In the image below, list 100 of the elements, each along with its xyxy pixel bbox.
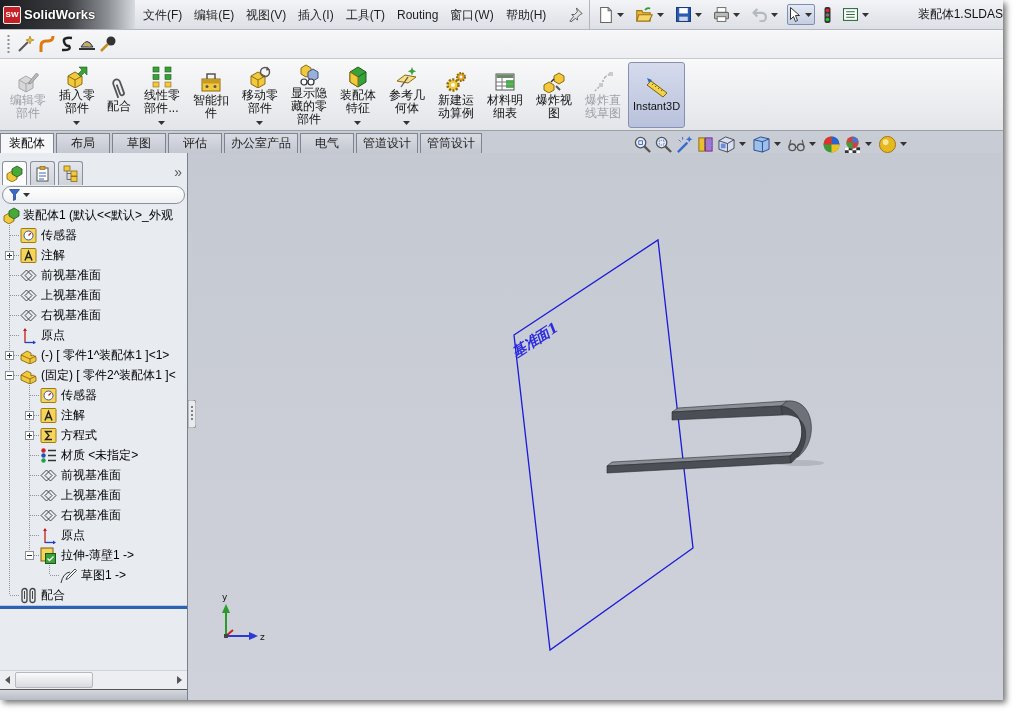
caret-icon[interactable]: [774, 142, 781, 146]
caret-icon: [73, 120, 80, 125]
caret-icon[interactable]: [865, 142, 872, 146]
new-document-icon[interactable]: [599, 6, 614, 23]
scrollbar-thumb[interactable]: [15, 672, 93, 688]
tree-item[interactable]: (固定) [ 零件2^装配体1 ]<: [40, 367, 177, 383]
menu-item[interactable]: 视图(V): [240, 4, 293, 25]
caret-icon[interactable]: [657, 12, 665, 17]
more-tabs-button[interactable]: »: [174, 164, 187, 180]
command-button[interactable]: 装配体特征: [334, 62, 381, 128]
select-tool-button[interactable]: [787, 4, 816, 25]
open-folder-icon[interactable]: [636, 7, 654, 22]
tree-item[interactable]: 原点: [60, 527, 86, 543]
tree-item[interactable]: 前视基准面: [60, 467, 122, 483]
splitter-grip-icon[interactable]: [188, 400, 196, 428]
caret-icon[interactable]: [771, 12, 779, 17]
caret-icon[interactable]: [739, 142, 746, 146]
tree-item[interactable]: 上视基准面: [60, 487, 122, 503]
expand-icon[interactable]: [5, 250, 14, 260]
tree-item[interactable]: (-) [ 零件1^装配体1 ]<1>: [40, 347, 171, 363]
menu-item[interactable]: 帮助(H): [499, 4, 553, 25]
tree-item[interactable]: 传感器: [60, 387, 98, 403]
tree-item[interactable]: 拉伸-薄壁1 ->: [60, 547, 135, 563]
tree-item[interactable]: 注解: [60, 407, 86, 423]
command-button[interactable]: 材料明细表: [481, 62, 528, 128]
traffic-light-icon[interactable]: [824, 6, 832, 23]
collapse-icon[interactable]: [25, 550, 34, 560]
printer-icon[interactable]: [714, 7, 730, 22]
command-button[interactable]: 移动零部件: [236, 62, 283, 128]
ribbon-tab[interactable]: 布局: [56, 133, 110, 153]
command-button[interactable]: Instant3D: [628, 62, 686, 128]
caret-icon[interactable]: [617, 12, 625, 17]
tree-item[interactable]: 配合: [40, 587, 66, 603]
tree-item[interactable]: 前视基准面: [40, 267, 102, 283]
tree-item[interactable]: 右视基准面: [40, 307, 102, 323]
shaded-cube-icon[interactable]: [753, 135, 770, 153]
ribbon-tab[interactable]: 管道设计: [356, 133, 418, 153]
pin-icon[interactable]: [568, 7, 584, 22]
color-sphere-icon[interactable]: [823, 135, 840, 153]
command-button[interactable]: 智能扣件: [187, 62, 234, 128]
tree-item[interactable]: 装配体1 (默认<<默认>_外观: [22, 207, 174, 223]
tree-item[interactable]: 上视基准面: [40, 287, 102, 303]
menu-item[interactable]: Routing: [391, 4, 445, 25]
ribbon-tab[interactable]: 电气: [300, 133, 354, 153]
scroll-right-icon[interactable]: [177, 676, 182, 684]
collapse-icon[interactable]: [5, 370, 14, 380]
command-button[interactable]: 参考几何体: [383, 62, 430, 128]
cube-rotate-icon: [248, 65, 271, 88]
caret-icon[interactable]: [809, 142, 816, 146]
tree-item[interactable]: 材质 <未指定>: [60, 447, 140, 463]
command-button[interactable]: 显示隐藏的零部件: [285, 62, 332, 128]
ribbon-tab[interactable]: 装配体: [0, 133, 54, 153]
s-curve-icon[interactable]: [60, 36, 74, 52]
view-cube-icon[interactable]: [718, 135, 735, 153]
expand-icon[interactable]: [25, 410, 34, 420]
curve-icon[interactable]: [39, 36, 55, 52]
caret-icon[interactable]: [733, 12, 741, 17]
wand-star-icon[interactable]: [18, 36, 34, 52]
horizontal-scrollbar[interactable]: [0, 670, 187, 689]
options-list-icon[interactable]: [843, 8, 859, 21]
ribbon-tab[interactable]: 办公室产品: [224, 133, 298, 153]
command-button[interactable]: 线性零部件...: [138, 62, 185, 128]
caret-icon[interactable]: [862, 12, 870, 17]
tree-item[interactable]: 传感器: [40, 227, 78, 243]
menu-item[interactable]: 插入(I): [292, 4, 340, 25]
ribbon-tab[interactable]: 评估: [168, 133, 222, 153]
cube-icon: [346, 65, 369, 88]
tree-item[interactable]: 方程式: [60, 427, 98, 443]
caret-icon[interactable]: [695, 12, 703, 17]
wand-icon[interactable]: [676, 135, 693, 153]
ribbon-tab[interactable]: 草图: [112, 133, 166, 153]
zoom-area-icon[interactable]: [655, 135, 672, 153]
filter-field[interactable]: [2, 186, 185, 204]
command-button[interactable]: 爆炸视图: [530, 62, 577, 128]
caret-icon[interactable]: [900, 142, 907, 146]
section-view-icon[interactable]: [697, 135, 714, 153]
command-button[interactable]: 插入零部件: [53, 62, 100, 128]
tree-item[interactable]: 草图1 ->: [80, 567, 127, 583]
tree-item[interactable]: 原点: [40, 327, 66, 343]
menu-item[interactable]: 工具(T): [339, 4, 391, 25]
menu-item[interactable]: 编辑(E): [188, 4, 241, 25]
command-button[interactable]: 新建运动算例: [432, 62, 479, 128]
pen-disc-icon[interactable]: [100, 36, 116, 52]
panel-tab[interactable]: [2, 161, 27, 185]
panel-tab[interactable]: [58, 161, 83, 185]
tree-item[interactable]: 右视基准面: [60, 507, 122, 523]
command-button[interactable]: 配合: [102, 62, 136, 128]
toolbar-grip-icon[interactable]: [7, 35, 10, 53]
panel-tab[interactable]: [30, 161, 55, 185]
scene-sphere-icon[interactable]: [844, 135, 861, 153]
zoom-to-fit-icon[interactable]: [634, 135, 651, 153]
scroll-left-icon[interactable]: [5, 676, 10, 684]
menu-item[interactable]: 文件(F): [137, 4, 189, 25]
expand-icon[interactable]: [5, 350, 14, 360]
ribbon-tab[interactable]: 管筒设计: [420, 133, 482, 153]
menu-item[interactable]: 窗口(W): [444, 4, 500, 25]
expand-icon[interactable]: [25, 430, 34, 440]
tree-item[interactable]: 注解: [40, 247, 66, 263]
save-icon[interactable]: [676, 7, 692, 22]
rollback-bar[interactable]: [0, 605, 187, 609]
